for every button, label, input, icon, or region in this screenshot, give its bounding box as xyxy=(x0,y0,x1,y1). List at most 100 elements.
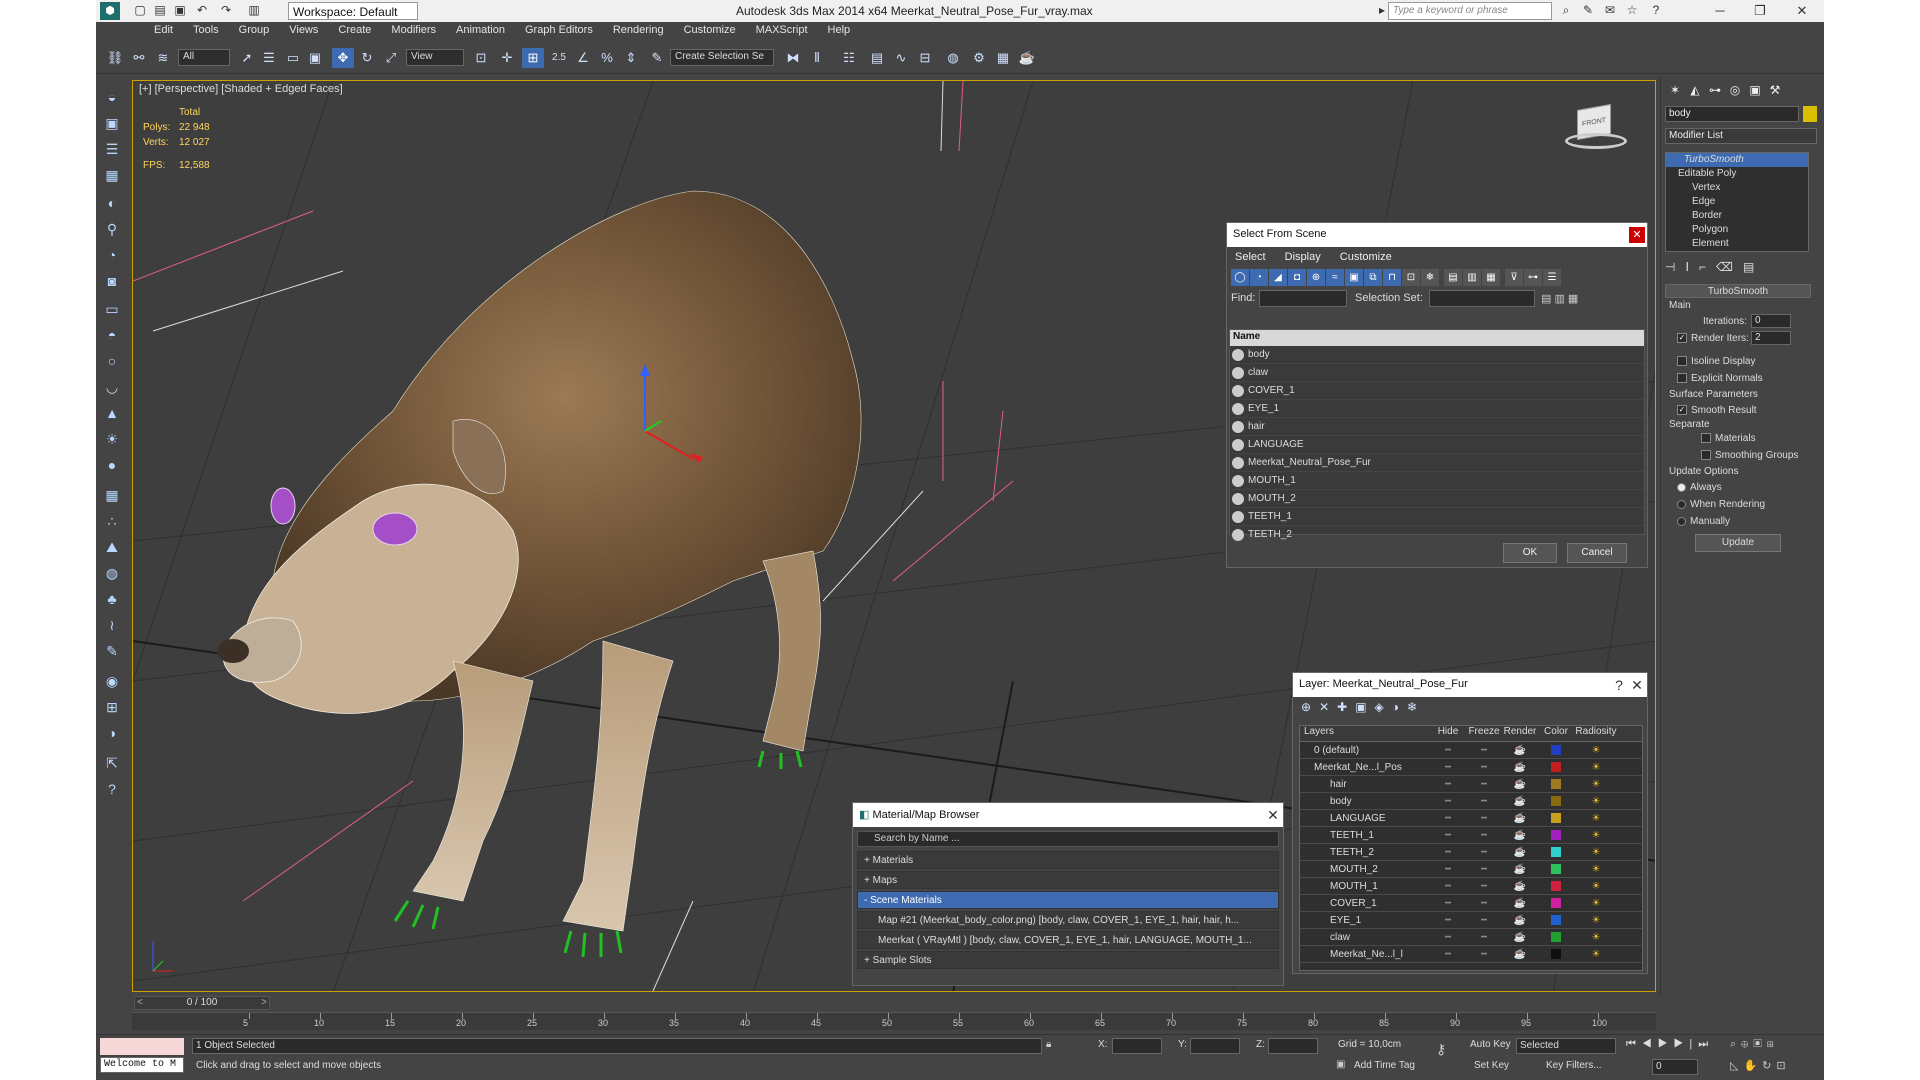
layer-radiosity-icon[interactable]: ☀ xyxy=(1574,742,1618,758)
z-coordinate-field[interactable] xyxy=(1268,1038,1318,1054)
layer-hide-toggle[interactable]: ┅ xyxy=(1430,810,1466,826)
y-coordinate-field[interactable] xyxy=(1190,1038,1240,1054)
menu-graph-editors[interactable]: Graph Editors xyxy=(515,22,603,40)
turbosmooth-rollout-header[interactable]: TurboSmooth xyxy=(1665,284,1811,298)
link-icon[interactable]: ⛓ xyxy=(104,48,126,68)
layer-col-render[interactable]: Render xyxy=(1502,726,1538,741)
layer-render-icon[interactable]: ☕ xyxy=(1502,810,1538,826)
select-none-icon[interactable]: ▥ xyxy=(1463,269,1481,286)
spinner-snap-icon[interactable]: ⇕ xyxy=(620,48,642,68)
sfs-list-item[interactable]: Meerkat_Neutral_Pose_Fur xyxy=(1230,454,1644,472)
layer-hide-toggle[interactable]: ┅ xyxy=(1430,929,1466,945)
edit-named-selection-icon[interactable]: ✎ xyxy=(646,48,668,68)
update-manually-radio[interactable] xyxy=(1677,516,1686,526)
modify-tab-icon[interactable]: ◭ xyxy=(1685,80,1705,100)
layer-color-swatch[interactable] xyxy=(1551,762,1561,773)
app-logo-icon[interactable]: ⬢ xyxy=(100,2,120,20)
layer-row[interactable]: Meerkat_Ne...l_Pos ┅ ┅ ☕ ☀ xyxy=(1300,759,1642,776)
layer-col-radiosity[interactable]: Radiosity xyxy=(1574,726,1618,741)
layer-render-icon[interactable]: ☕ xyxy=(1502,946,1538,962)
select-all-icon[interactable]: ▤ xyxy=(1444,269,1462,286)
display-shapes-icon[interactable]: ◔ xyxy=(1250,269,1268,286)
scene-material-meerkat-vraymtl[interactable]: Meerkat ( VRayMtl ) [body, claw, COVER_1… xyxy=(857,931,1279,949)
show-end-result-icon[interactable]: Ⅰ xyxy=(1685,260,1699,274)
update-always-radio[interactable] xyxy=(1677,482,1686,492)
layer-explorer-icon[interactable]: ▦ xyxy=(100,164,124,186)
layer-name[interactable]: COVER_1 xyxy=(1300,895,1430,911)
layer-color-swatch[interactable] xyxy=(1551,898,1561,909)
layer-row[interactable]: Meerkat_Ne...l_l ┅ ┅ ☕ ☀ xyxy=(1300,946,1642,963)
bowl-icon[interactable]: ◡ xyxy=(100,376,124,398)
layer-hide-toggle[interactable]: ┅ xyxy=(1430,827,1466,843)
select-in-layer-icon[interactable]: ▣ xyxy=(1355,700,1374,714)
curve-editor-icon[interactable]: ∿ xyxy=(890,48,912,68)
layer-render-icon[interactable]: ☕ xyxy=(1502,759,1538,775)
layer-hide-toggle[interactable]: ┅ xyxy=(1430,793,1466,809)
layer-hide-toggle[interactable]: ┅ xyxy=(1430,844,1466,860)
time-slider-prev-icon[interactable]: < xyxy=(137,997,143,1009)
sfs-menu-select[interactable]: Select xyxy=(1227,247,1274,267)
x-coordinate-field[interactable] xyxy=(1112,1038,1162,1054)
select-invert-icon[interactable]: ▦ xyxy=(1482,269,1500,286)
close-window-button[interactable]: ✕ xyxy=(1782,0,1822,22)
stack-turbosmooth[interactable]: TurboSmooth xyxy=(1666,153,1808,167)
layer-name[interactable]: LANGUAGE xyxy=(1300,810,1430,826)
layer-radiosity-icon[interactable]: ☀ xyxy=(1574,759,1618,775)
layer-radiosity-icon[interactable]: ☀ xyxy=(1574,895,1618,911)
menu-customize[interactable]: Customize xyxy=(674,22,746,40)
layer-color-swatch[interactable] xyxy=(1551,830,1561,841)
layer-hide-toggle[interactable]: ┅ xyxy=(1430,759,1466,775)
layer-render-icon[interactable]: ☕ xyxy=(1502,793,1538,809)
sfs-find-input[interactable] xyxy=(1259,290,1347,307)
layer-render-icon[interactable]: ☕ xyxy=(1502,827,1538,843)
teapot-icon[interactable]: ◒ xyxy=(100,86,124,108)
update-when-rendering-radio[interactable] xyxy=(1677,499,1686,509)
selection-filter-dropdown[interactable]: All xyxy=(178,49,230,66)
layer-radiosity-icon[interactable]: ☀ xyxy=(1574,810,1618,826)
redo-icon[interactable]: ↷ xyxy=(218,3,234,19)
display-bones-icon[interactable]: ⊓ xyxy=(1383,269,1401,286)
maxscript-listener-pink[interactable] xyxy=(100,1038,184,1055)
menu-modifiers[interactable]: Modifiers xyxy=(381,22,446,40)
layer-hide-toggle[interactable]: ┅ xyxy=(1430,776,1466,792)
layer-dialog-help-button[interactable]: ? xyxy=(1611,677,1627,693)
layer-name[interactable]: MOUTH_2 xyxy=(1300,861,1430,877)
layer-freeze-toggle[interactable]: ┅ xyxy=(1466,827,1502,843)
light-icon[interactable]: ◐ xyxy=(100,192,124,214)
sfs-list-item[interactable]: TEETH_2 xyxy=(1230,526,1644,544)
snaps-toggle-icon[interactable]: 2.5 xyxy=(548,48,570,68)
help-icon[interactable]: ? xyxy=(1648,3,1664,19)
time-slider-next-icon[interactable]: > xyxy=(261,997,267,1009)
display-containers-icon[interactable]: ⊡ xyxy=(1402,269,1420,286)
zoom-extents-all-icon[interactable]: ⊞ xyxy=(1767,1038,1779,1050)
globe-icon[interactable]: ◍ xyxy=(100,562,124,584)
workspace-dropdown[interactable]: Workspace: Default xyxy=(288,2,418,20)
hemisphere-icon[interactable]: ◓ xyxy=(100,324,124,346)
layer-hide-toggle[interactable]: ┅ xyxy=(1430,878,1466,894)
particles-icon[interactable]: ∴ xyxy=(100,510,124,532)
layer-row[interactable]: hair ┅ ┅ ☕ ☀ xyxy=(1300,776,1642,793)
layer-row[interactable]: LANGUAGE ┅ ┅ ☕ ☀ xyxy=(1300,810,1642,827)
layer-row[interactable]: TEETH_2 ┅ ┅ ☕ ☀ xyxy=(1300,844,1642,861)
reflection-sphere-icon[interactable]: ◉ xyxy=(100,670,124,692)
hierarchy-icon[interactable]: ⊶ xyxy=(1524,269,1542,286)
sfs-list-item[interactable]: TEETH_1 xyxy=(1230,508,1644,526)
smooth-result-checkbox[interactable]: ✓ xyxy=(1677,405,1687,416)
layer-row[interactable]: COVER_1 ┅ ┅ ☕ ☀ xyxy=(1300,895,1642,912)
columns-icon[interactable]: ☰ xyxy=(1543,269,1561,286)
render-iters-spinner[interactable]: 2 xyxy=(1751,331,1791,345)
menu-views[interactable]: Views xyxy=(279,22,328,40)
layer-radiosity-icon[interactable]: ☀ xyxy=(1574,946,1618,962)
create-tab-icon[interactable]: ✶ xyxy=(1665,80,1685,100)
menu-animation[interactable]: Animation xyxy=(446,22,515,40)
save-file-icon[interactable]: ▣ xyxy=(172,3,188,19)
lamp-icon[interactable]: ● xyxy=(100,454,124,476)
layer-color-swatch[interactable] xyxy=(1551,864,1561,875)
material-browser-close-button[interactable]: ✕ xyxy=(1265,807,1281,823)
left-help-icon[interactable]: ? xyxy=(100,778,124,800)
layer-hide-toggle[interactable]: ┅ xyxy=(1430,912,1466,928)
play-icon[interactable]: ▶ xyxy=(1658,1038,1674,1050)
layer-name[interactable]: TEETH_1 xyxy=(1300,827,1430,843)
brush-icon[interactable]: ✎ xyxy=(100,640,124,662)
layer-row[interactable]: MOUTH_2 ┅ ┅ ☕ ☀ xyxy=(1300,861,1642,878)
